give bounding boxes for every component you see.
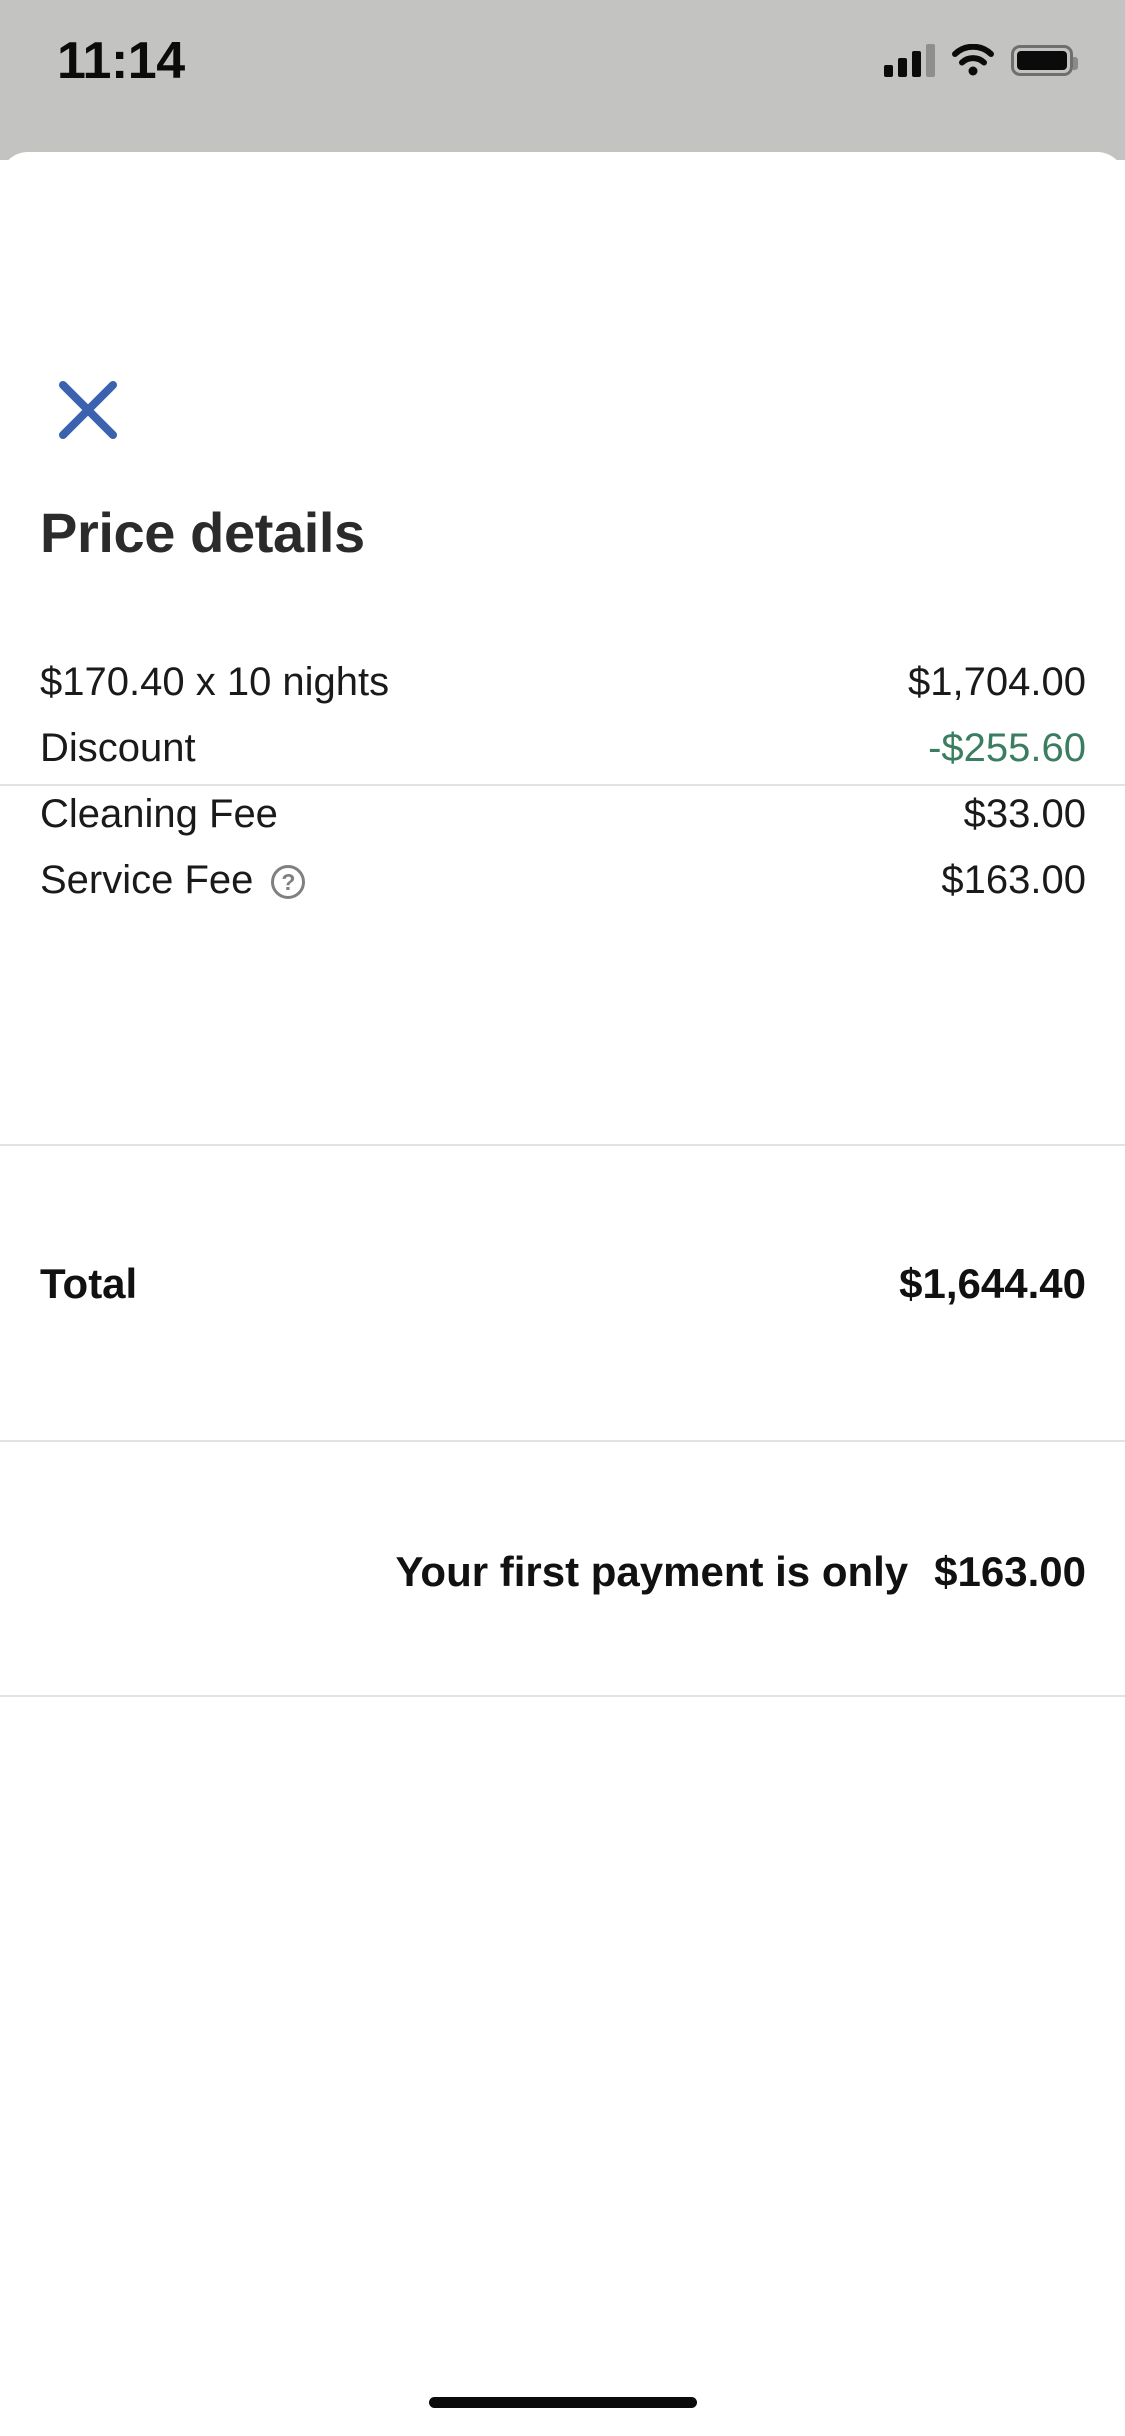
table-row: $170.40 x 10 nights $1,704.00 bbox=[40, 649, 1086, 715]
status-indicators bbox=[884, 33, 1078, 87]
divider bbox=[0, 1695, 1125, 1697]
divider bbox=[0, 1144, 1125, 1146]
help-circle-icon[interactable]: ? bbox=[271, 865, 306, 899]
line-item-label: $170.40 x 10 nights bbox=[40, 659, 390, 704]
price-line-items: $170.40 x 10 nights $1,704.00 Discount -… bbox=[40, 649, 1086, 913]
table-row: Cleaning Fee $33.00 bbox=[40, 781, 1086, 847]
line-item-label-with-help: Service Fee ? bbox=[40, 857, 306, 903]
close-button[interactable] bbox=[40, 362, 136, 458]
divider bbox=[0, 1440, 1125, 1442]
price-details-sheet: Price details $170.40 x 10 nights $1,704… bbox=[0, 152, 1125, 2436]
home-indicator[interactable] bbox=[428, 2397, 697, 2408]
line-item-value: -$255.60 bbox=[928, 725, 1086, 770]
line-item-value: $1,704.00 bbox=[908, 659, 1086, 704]
line-item-label: Service Fee bbox=[40, 857, 254, 902]
first-payment-label: Your first payment is only bbox=[395, 1548, 909, 1595]
table-row: Service Fee ? $163.00 bbox=[40, 847, 1086, 913]
line-item-value: $163.00 bbox=[941, 857, 1086, 902]
line-item-value: $33.00 bbox=[963, 791, 1086, 836]
divider bbox=[0, 784, 1125, 786]
line-item-label: Cleaning Fee bbox=[40, 791, 278, 836]
table-row: Discount -$255.60 bbox=[40, 715, 1086, 781]
total-value: $1,644.40 bbox=[899, 1260, 1086, 1307]
first-payment-row: Your first payment is only $163.00 bbox=[40, 1548, 1086, 1596]
page-title: Price details bbox=[40, 501, 365, 564]
close-x-icon bbox=[59, 381, 117, 439]
status-time: 11:14 bbox=[57, 32, 185, 90]
cellular-signal-icon bbox=[884, 43, 935, 77]
wifi-icon bbox=[952, 43, 994, 76]
phone-screen: 11:14 Price details $170.40 x 10 nights … bbox=[0, 0, 1125, 2436]
total-row: Total $1,644.40 bbox=[40, 1260, 1086, 1308]
first-payment-value: $163.00 bbox=[934, 1548, 1086, 1595]
battery-full-icon bbox=[1011, 44, 1078, 76]
line-item-label: Discount bbox=[40, 725, 196, 770]
total-label: Total bbox=[40, 1260, 138, 1307]
status-bar: 11:14 bbox=[0, 0, 1125, 160]
